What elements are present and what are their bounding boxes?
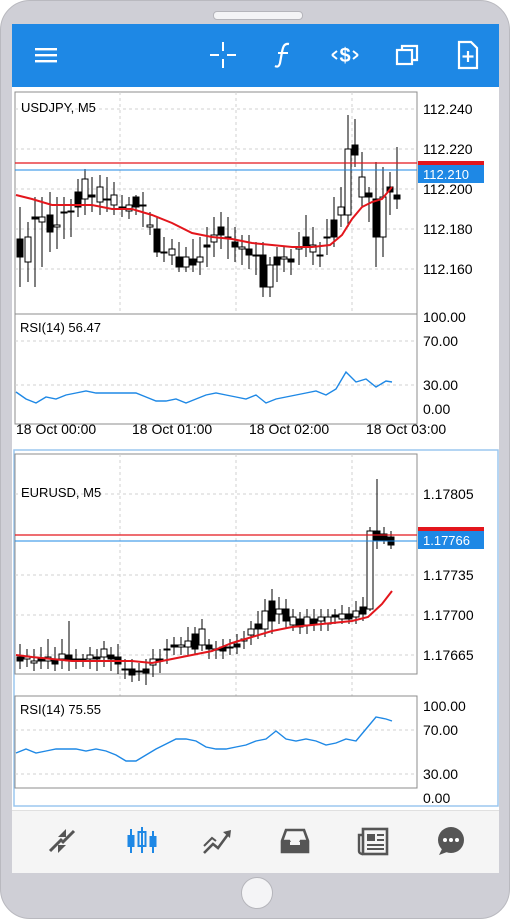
rsi-axis-label: 70.00 [423,333,458,349]
symbol-label: USDJPY, M5 [21,100,96,115]
rsi-axis-label: 30.00 [423,766,458,782]
price-axis-label: 1.17735 [423,567,474,583]
trade-icon [203,830,231,854]
time-axis-label: 18 Oct 02:00 [249,804,329,807]
price-axis-label: 112.220 [423,141,473,157]
indicators-button[interactable] [267,38,301,72]
add-chart-button[interactable] [451,38,485,72]
price-axis-label: 112.200 [423,181,473,197]
nav-history[interactable] [275,823,315,859]
menu-icon [35,48,57,63]
price-axis-label: 1.17665 [423,647,474,663]
chart-window-usdjpy[interactable]: USDJPY, M5 112.240 112.220 112.200 112.180 1… [12,87,499,442]
symbol-label: EURUSD, M5 [21,485,101,500]
price-axis-label: 112.160 [423,261,473,277]
rsi-axis-label: 30.00 [423,377,458,393]
crosshair-button[interactable] [206,38,240,72]
nav-chart[interactable] [122,823,162,859]
price-axis-label: 112.240 [423,101,473,117]
nav-quotes[interactable] [42,823,82,859]
bid-price-marker [418,161,484,165]
windows-icon [395,44,419,66]
chart-type-icon: $ [331,45,359,67]
history-icon [280,828,310,854]
windows-button[interactable] [390,38,424,72]
time-axis-label: 18 Oct 02:00 [249,421,329,437]
chart-icon [127,827,157,853]
crosshair-icon [210,42,236,68]
rsi-axis-label: 0.00 [423,401,450,417]
candlestick [366,527,374,611]
price-axis-label: 1.17805 [423,486,474,502]
nav-trade[interactable] [198,823,238,859]
phone-frame: $ USDJPY, M5 112.240 112.220 112.200 112… [0,0,510,919]
chart-type-button[interactable]: $ [328,38,362,72]
news-icon [357,827,389,856]
phone-home-button[interactable] [241,877,273,909]
quotes-icon [48,829,76,853]
bid-price-marker [418,527,484,531]
indicators-icon [274,42,290,68]
current-price-label: 1.17766 [423,533,470,548]
time-axis-label: 18 Oct 03:00 [366,804,446,807]
price-axis-label: 112.180 [423,221,473,237]
top-toolbar: $ [12,24,499,87]
nav-news[interactable] [354,823,394,859]
rsi-label: RSI(14) 56.47 [20,320,101,335]
current-price-label: 112.210 [423,167,469,182]
chart-window-eurusd[interactable]: EURUSD, M5 1.178051.177351.177001.17665 … [12,449,499,807]
time-axis-label: 18 Oct 00:00 [16,804,96,807]
rsi-axis-label: 100.00 [423,698,466,714]
bottom-navigation [12,810,499,873]
time-axis-label: 18 Oct 01:00 [132,421,212,437]
time-axis-label: 18 Oct 00:00 [16,421,96,437]
add-chart-icon [457,40,479,70]
svg-text:$: $ [339,45,350,67]
rsi-label: RSI(14) 75.55 [20,702,101,717]
phone-speaker [213,11,303,20]
time-axis-label: 18 Oct 01:00 [132,804,212,807]
rsi-axis-label: 70.00 [423,722,458,738]
chat-icon [438,827,464,855]
nav-chat[interactable] [431,823,471,859]
menu-button[interactable] [29,38,63,72]
app-screen: $ USDJPY, M5 112.240 112.220 112.200 112… [12,24,499,873]
rsi-axis-label: 100.00 [423,309,466,325]
time-axis-label: 18 Oct 03:00 [366,421,446,437]
price-axis-label: 1.17700 [423,607,474,623]
